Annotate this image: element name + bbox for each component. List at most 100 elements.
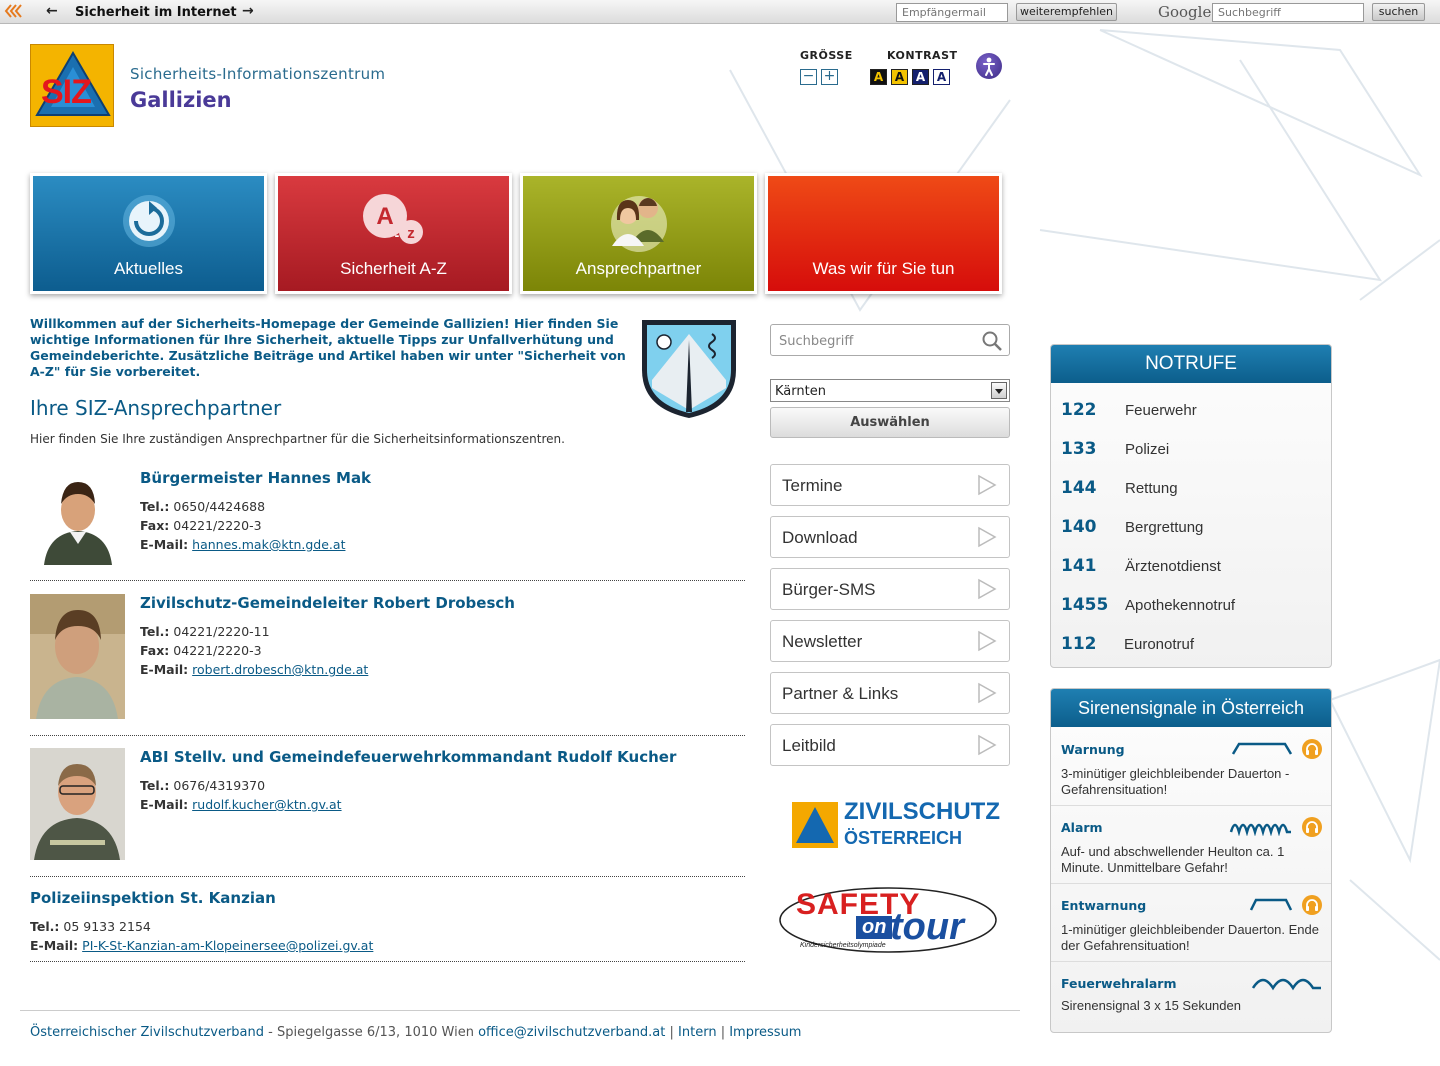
contact-email: E-Mail: rudolf.kucher@ktn.gv.at — [140, 797, 342, 812]
search-icon[interactable] — [981, 330, 1003, 352]
google-search-button[interactable]: suchen — [1372, 3, 1425, 21]
fax-value: 04221/2220-3 — [173, 643, 262, 658]
search-placeholder: Suchbegriff — [779, 334, 854, 349]
tile-label: Ansprechpartner — [575, 259, 702, 278]
tel-label: Tel.: — [140, 499, 170, 514]
emergency-number: 144 — [1061, 478, 1097, 498]
emergency-number: 1455 — [1061, 595, 1109, 615]
play-arrow-icon — [978, 682, 997, 704]
tile-ansprechpartner[interactable]: Ansprechpartner — [520, 173, 757, 294]
tel-label: Tel.: — [30, 919, 60, 934]
logo-text: SIZ — [41, 73, 92, 111]
contact-photo — [30, 594, 125, 719]
a-z-icon: A - z — [362, 194, 423, 244]
tile-label: Aktuelles — [114, 259, 183, 278]
contrast-white-blue-button[interactable]: A — [933, 69, 950, 85]
audio-play-icon[interactable] — [1301, 894, 1323, 916]
play-arrow-icon — [978, 734, 997, 756]
contact-photo — [30, 748, 125, 860]
emergency-name: Euronotruf — [1124, 636, 1195, 653]
siz-logo[interactable]: SIZ — [30, 44, 114, 127]
zivilschutz-logo[interactable]: ZIVILSCHUTZ ÖSTERREICH — [792, 798, 1000, 850]
contact-fax: Fax: 04221/2220-3 — [140, 518, 262, 533]
contrast-yellow-black-button[interactable]: A — [891, 69, 908, 85]
signal-short-steady-icon — [1249, 898, 1293, 911]
footer-address: - Spiegelgasse 6/13, 1010 Wien — [264, 1025, 479, 1040]
coat-of-arms-icon — [642, 320, 736, 418]
notrufe-panel: NOTRUFE 122 Feuerwehr 133 Polizei 144 Re… — [1050, 344, 1332, 668]
menu-download[interactable]: Download — [770, 516, 1010, 558]
fax-label: Fax: — [140, 518, 170, 533]
safety-subtext: Kindersicherheitsolympiade — [800, 942, 886, 949]
fax-value: 04221/2220-3 — [173, 518, 262, 533]
contact-email: E-Mail: PI-K-St-Kanzian-am-Klopeinersee@… — [30, 938, 373, 953]
tel-value: 05 9133 2154 — [63, 919, 151, 934]
emergency-number: 122 — [1061, 400, 1097, 420]
divider — [30, 876, 745, 877]
tile-was-wir-fuer-sie-tun[interactable]: Was wir für Sie tun — [765, 173, 1002, 294]
contact-email: E-Mail: hannes.mak@ktn.gde.at — [140, 537, 345, 552]
back-history-icon[interactable] — [4, 3, 22, 19]
menu-leitbild[interactable]: Leitbild — [770, 724, 1010, 766]
audio-play-icon[interactable] — [1301, 738, 1323, 760]
email-link[interactable]: hannes.mak@ktn.gde.at — [192, 537, 345, 552]
siren-name: Alarm — [1061, 820, 1103, 835]
divider — [30, 580, 745, 581]
zivilschutz-triangle-icon — [792, 802, 838, 848]
contrast-black-yellow-button[interactable]: A — [870, 69, 887, 85]
footer-impressum-link[interactable]: Impressum — [729, 1025, 801, 1040]
safety-on-tour-logo[interactable]: SAFETY on tour Kindersicherheitsolympiad… — [778, 884, 1003, 958]
font-increase-button[interactable]: + — [821, 69, 838, 85]
audio-play-icon[interactable] — [1301, 816, 1323, 838]
region-selected: Kärnten — [775, 384, 826, 399]
welcome-text: Willkommen auf der Sicherheits-Homepage … — [30, 316, 626, 379]
tile-aktuelles[interactable]: Aktuelles — [30, 173, 267, 294]
email-link[interactable]: PI-K-St-Kanzian-am-Klopeinersee@polizei.… — [82, 938, 373, 953]
section-title: Ihre SIZ-Ansprechpartner — [30, 396, 282, 420]
emergency-name: Polizei — [1125, 441, 1170, 458]
chevron-down-icon[interactable] — [991, 382, 1007, 399]
emergency-name: Ärztenotdienst — [1125, 558, 1221, 575]
siren-description: 3-minütiger gleichbleibender Dauerton - … — [1061, 766, 1290, 797]
arrow-right-icon[interactable]: → — [242, 3, 254, 19]
select-region-button[interactable]: Auswählen — [770, 407, 1010, 438]
font-decrease-button[interactable]: − — [800, 69, 817, 85]
footer-email-link[interactable]: office@zivilschutzverband.at — [478, 1025, 665, 1040]
notrufe-title: NOTRUFE — [1051, 345, 1331, 383]
z-letter: z — [407, 225, 415, 242]
emergency-name: Rettung — [1125, 480, 1178, 497]
emergency-number: 133 — [1061, 439, 1097, 459]
site-search-input[interactable]: Suchbegriff — [770, 324, 1010, 356]
siren-name: Warnung — [1061, 742, 1125, 757]
tile-label: Was wir für Sie tun — [812, 259, 955, 278]
tile-sicherheit-a-z[interactable]: A - z Sicherheit A-Z — [275, 173, 512, 294]
footer-org-link[interactable]: Österreichischer Zivilschutzverband — [30, 1025, 264, 1040]
menu-buerger-sms[interactable]: Bürger-SMS — [770, 568, 1010, 610]
dash-text: - — [394, 227, 399, 243]
contrast-blue-white-button[interactable]: A — [912, 69, 929, 85]
fax-label: Fax: — [140, 643, 170, 658]
footer-divider — [20, 1010, 1020, 1011]
accessibility-icon[interactable] — [976, 53, 1002, 79]
siren-description: Auf- und abschwellender Heulton ca. 1 Mi… — [1061, 844, 1285, 875]
contact-name: Zivilschutz-Gemeindeleiter Robert Drobes… — [140, 594, 515, 612]
arrow-left-icon[interactable]: ← — [46, 3, 58, 19]
recipient-email-input[interactable] — [896, 3, 1008, 22]
email-label: E-Mail: — [30, 938, 79, 953]
region-select[interactable]: Kärnten — [770, 379, 1010, 402]
safety-on-text: on — [856, 916, 893, 939]
menu-newsletter[interactable]: Newsletter — [770, 620, 1010, 662]
tel-label: Tel.: — [140, 624, 170, 639]
divider — [30, 961, 745, 962]
sirens-panel: Sirenensignale in Österreich Warnung 3-m… — [1050, 688, 1332, 1033]
contact-photo — [30, 470, 125, 565]
footer-intern-link[interactable]: Intern — [678, 1025, 717, 1040]
siren-item-entwarnung: Entwarnung 1-minütiger gleichbleibender … — [1051, 884, 1331, 962]
siren-name: Feuerwehralarm — [1061, 976, 1177, 991]
email-link[interactable]: rudolf.kucher@ktn.gv.at — [192, 797, 341, 812]
menu-termine[interactable]: Termine — [770, 464, 1010, 506]
email-link[interactable]: robert.drobesch@ktn.gde.at — [192, 662, 368, 677]
menu-partner-links[interactable]: Partner & Links — [770, 672, 1010, 714]
recommend-button[interactable]: weiterempfehlen — [1016, 3, 1117, 21]
google-search-input[interactable] — [1212, 3, 1364, 22]
